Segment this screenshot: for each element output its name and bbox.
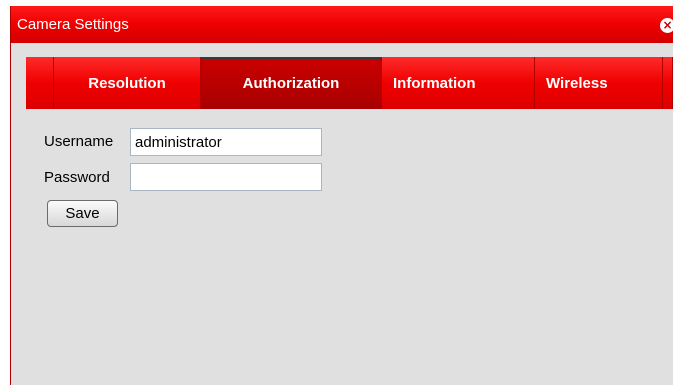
- close-icon[interactable]: ×: [660, 18, 673, 33]
- username-input[interactable]: [130, 128, 322, 156]
- dialog-title: Camera Settings: [17, 16, 129, 33]
- tab-authorization[interactable]: Authorization: [201, 57, 382, 109]
- tab-resolution[interactable]: Resolution: [54, 57, 201, 109]
- tab-information[interactable]: Information: [382, 57, 535, 109]
- tab-bar: Resolution Authorization Information Wir…: [26, 57, 673, 109]
- password-input[interactable]: [130, 163, 322, 191]
- password-label: Password: [44, 169, 110, 186]
- username-label: Username: [44, 133, 114, 150]
- save-button[interactable]: Save: [47, 200, 118, 227]
- dialog-titlebar: Camera Settings ×: [11, 6, 673, 43]
- tab-bar-left-edge: [26, 57, 54, 109]
- tab-wireless[interactable]: Wireless: [535, 57, 663, 109]
- camera-settings-dialog: Camera Settings × Resolution Authorizati…: [10, 6, 673, 385]
